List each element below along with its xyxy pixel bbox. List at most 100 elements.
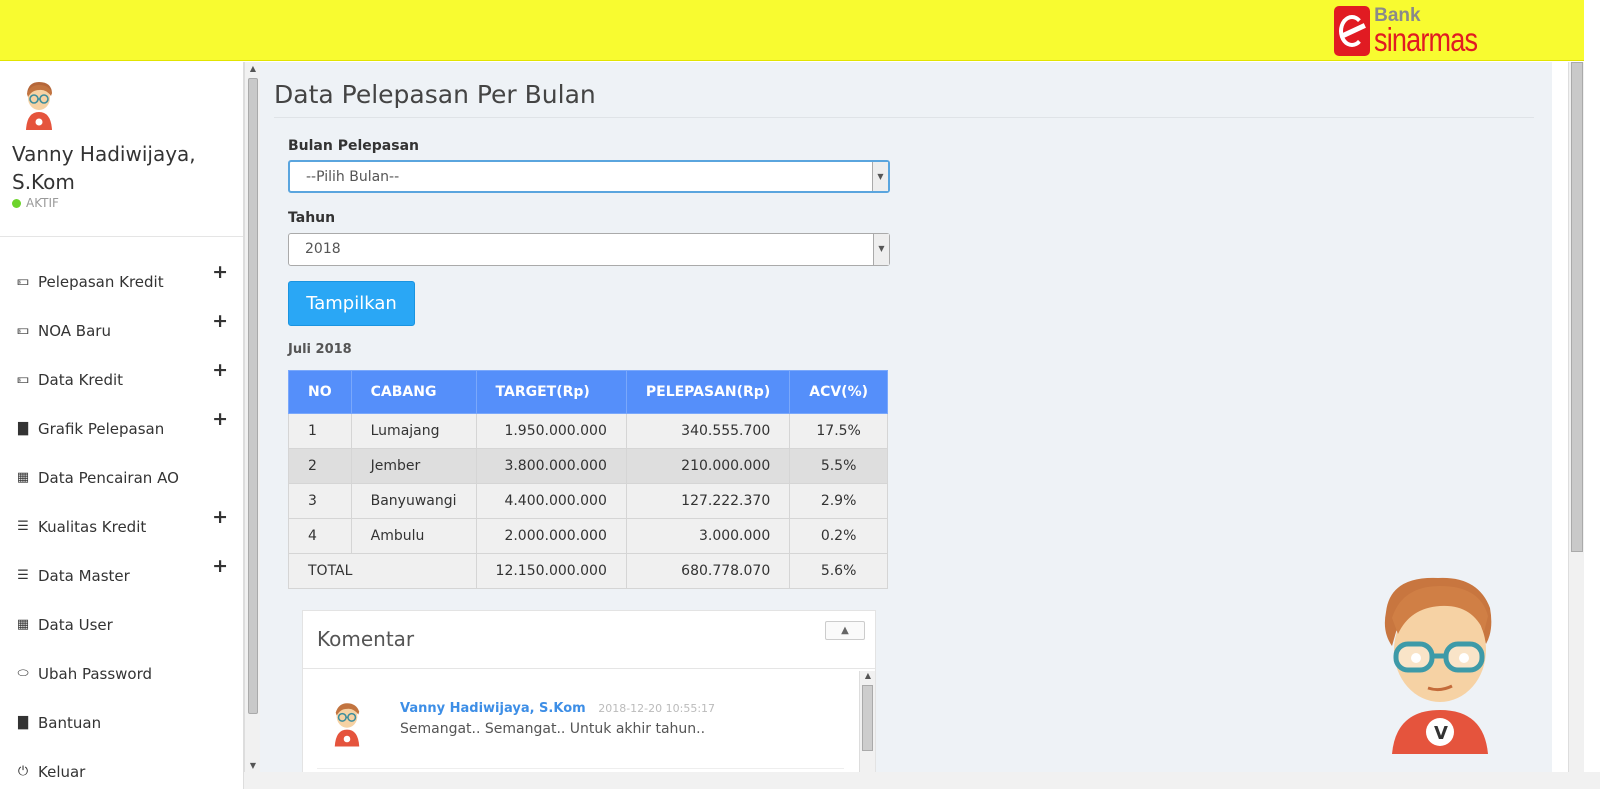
chevron-down-icon[interactable]: ▼ [872, 162, 888, 191]
list-icon: ☰ [17, 519, 29, 534]
cell-target: 1.950.000.000 [475, 413, 627, 449]
toggle-icon: ⬭ [17, 666, 29, 681]
sidebar-item-label: NOA Baru [38, 321, 111, 340]
table-row: 4 Ambulu 2.000.000.000 3.000.000 0.2% [288, 518, 889, 554]
cell-target: 3.800.000.000 [475, 448, 627, 484]
comment-text: Semangat.. Semangat.. Untuk akhir tahun.… [400, 721, 706, 737]
cell-no: 4 [288, 518, 352, 554]
cell-cabang: Ambulu [350, 518, 477, 554]
cell-cabang: Jember [350, 448, 477, 484]
scrollbar-thumb[interactable] [862, 685, 873, 751]
cell-pelepasan: 210.000.000 [625, 448, 791, 484]
column-header: CABANG [350, 370, 477, 414]
sidebar-item-label: Data Kredit [38, 370, 124, 389]
bottom-scroll-strip [244, 772, 1600, 789]
cell-no: 2 [288, 448, 352, 484]
calendar-icon: ▦ [16, 617, 30, 632]
sidebar-item-grafik-pelepasan[interactable]: ▇ Grafik Pelepasan + [0, 404, 243, 453]
scrollbar-thumb[interactable] [248, 78, 258, 714]
cell-acv: 2.9% [789, 483, 889, 519]
expand-plus-icon[interactable]: + [212, 359, 228, 381]
comment-author-line: Vanny Hadiwijaya, S.Kom 2018-12-20 10:55… [400, 701, 715, 716]
sidebar-scrollbar[interactable]: ▲ ▼ [244, 62, 260, 772]
comment-panel: Komentar ▲ Vanny Hadiwijaya, S.Kom 2018-… [302, 610, 876, 789]
comment-item: Vanny Hadiwijaya, S.Kom 2018-12-20 10:55… [317, 675, 844, 769]
sidebar-item-label: Kualitas Kredit [38, 517, 147, 536]
comment-author[interactable]: Vanny Hadiwijaya, S.Kom [400, 701, 586, 716]
expand-plus-icon[interactable]: + [212, 261, 228, 283]
sidebar-item-noa-baru[interactable]: 💵︎ NOA Baru + [0, 306, 243, 355]
cell-acv: 17.5% [789, 413, 889, 449]
page-scrollbar[interactable] [1568, 62, 1584, 772]
sinarmas-logo-icon [1334, 6, 1371, 56]
avatar [334, 703, 360, 747]
title-divider [274, 117, 1534, 118]
page-title: Data Pelepasan Per Bulan [274, 80, 596, 109]
money-icon: 💵︎ [17, 274, 29, 289]
sidebar-item-pelepasan-kredit[interactable]: 💵︎ Pelepasan Kredit + [0, 257, 243, 306]
cell-total-target: 12.150.000.000 [475, 553, 627, 589]
money-icon: 💵︎ [17, 372, 29, 387]
expand-plus-icon[interactable]: + [212, 310, 228, 332]
table-row: 3 Banyuwangi 4.400.000.000 127.222.370 2… [288, 483, 889, 519]
cell-pelepasan: 340.555.700 [625, 413, 791, 449]
cell-cabang: Banyuwangi [350, 483, 477, 519]
sidebar-item-data-user[interactable]: ▦ Data User [0, 600, 243, 649]
scroll-up-icon[interactable]: ▲ [245, 64, 261, 73]
cell-pelepasan: 3.000.000 [625, 518, 791, 554]
table-row: 2 Jember 3.800.000.000 210.000.000 5.5% [288, 448, 889, 484]
sidebar-item-data-kredit[interactable]: 💵︎ Data Kredit + [0, 355, 243, 404]
month-select[interactable]: --Pilih Bulan-- ▼ [288, 160, 890, 193]
scroll-up-icon[interactable]: ▲ [860, 671, 876, 680]
cell-no: 3 [288, 483, 352, 519]
sidebar-item-bantuan[interactable]: ▇ Bantuan [0, 698, 243, 747]
table-total-row: TOTAL 12.150.000.000 680.778.070 5.6% [288, 553, 889, 589]
avatar [26, 82, 52, 130]
comment-panel-title: Komentar [317, 627, 415, 651]
column-header: NO [288, 370, 352, 414]
cell-no: 1 [288, 413, 352, 449]
cell-cabang: Lumajang [350, 413, 477, 449]
expand-plus-icon[interactable]: + [212, 555, 228, 577]
sidebar-item-label: Pelepasan Kredit [38, 272, 164, 291]
bank-logo: Bank sinarmas [1334, 6, 1500, 56]
month-select-value: --Pilih Bulan-- [306, 169, 400, 185]
sidebar-item-label: Bantuan [38, 713, 102, 732]
sidebar-item-data-master[interactable]: ☰ Data Master + [0, 551, 243, 600]
cell-target: 2.000.000.000 [475, 518, 627, 554]
user-name: Vanny Hadiwijaya, S.Kom [12, 142, 196, 194]
sidebar-item-kualitas-kredit[interactable]: ☰ Kualitas Kredit + [0, 502, 243, 551]
calendar-icon: ▦ [16, 470, 30, 485]
power-icon: ⏻ [17, 764, 29, 779]
year-label: Tahun [288, 210, 336, 226]
table-row: 1 Lumajang 1.950.000.000 340.555.700 17.… [288, 413, 889, 449]
sidebar-item-label: Data Master [38, 566, 130, 585]
scrollbar-thumb[interactable] [1571, 62, 1583, 552]
sidebar-item-keluar[interactable]: ⏻ Keluar [0, 747, 243, 789]
expand-plus-icon[interactable]: + [212, 506, 228, 528]
sidebar-item-label: Grafik Pelepasan [38, 419, 165, 438]
collapse-button[interactable]: ▲ [825, 621, 865, 640]
collapse-icon: ▲ [841, 625, 849, 636]
sidebar-item-data-pencairan-ao[interactable]: ▦ Data Pencairan AO [0, 453, 243, 502]
expand-plus-icon[interactable]: + [212, 408, 228, 430]
tampilkan-button[interactable]: Tampilkan [288, 281, 415, 326]
sidebar-item-label: Data User [38, 615, 113, 634]
scroll-down-icon[interactable]: ▼ [245, 761, 261, 770]
sidebar-item-ubah-password[interactable]: ⬭ Ubah Password [0, 649, 243, 698]
bar-chart-icon: ▇ [18, 715, 28, 730]
list-icon: ☰ [17, 568, 29, 583]
sidebar-item-label: Keluar [38, 762, 86, 781]
column-header: TARGET(Rp) [475, 370, 627, 414]
cell-total-pelepasan: 680.778.070 [625, 553, 791, 589]
svg-text:V: V [1434, 723, 1448, 744]
period-label: Juli 2018 [288, 342, 352, 357]
chevron-down-icon[interactable]: ▼ [873, 234, 889, 265]
month-label: Bulan Pelepasan [288, 138, 419, 154]
year-select[interactable]: 2018 ▼ [288, 233, 890, 266]
status-label: AKTIF [26, 196, 59, 210]
brand-bottom-text: sinarmas [1374, 21, 1478, 58]
main-content: Data Pelepasan Per Bulan Bulan Pelepasan… [260, 62, 1552, 789]
cell-acv: 5.5% [789, 448, 889, 484]
sidebar-item-label: Ubah Password [38, 664, 153, 683]
